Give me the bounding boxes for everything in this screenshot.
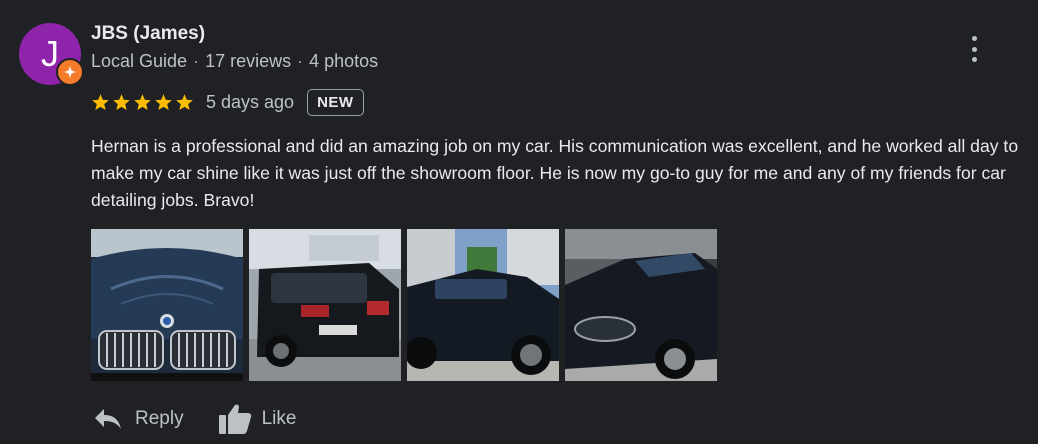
star-icon (155, 93, 172, 110)
separator-dot: · (297, 51, 304, 71)
review-photo-4[interactable] (565, 229, 717, 381)
reply-arrow-icon (95, 409, 121, 429)
thumbs-up-icon (218, 404, 251, 434)
reply-button[interactable]: Reply (93, 407, 184, 431)
star-icon (176, 93, 193, 110)
reviewer-meta: Local Guide · 17 reviews · 4 photos (91, 51, 378, 72)
reviewer-photo-count: 4 photos (309, 51, 379, 71)
review-photo-2[interactable] (249, 229, 401, 381)
review-actions: Reply Like (93, 403, 296, 435)
reviewer-role: Local Guide (91, 51, 188, 71)
like-button[interactable]: Like (218, 403, 297, 435)
review-time: 5 days ago (206, 91, 295, 112)
review-photo-3[interactable] (407, 229, 559, 381)
star-icon (113, 93, 130, 110)
reviewer-review-count: 17 reviews (205, 51, 292, 71)
reviewer-name[interactable]: JBS (James) (91, 23, 205, 45)
star-rating (91, 93, 194, 112)
star-icon (134, 93, 151, 110)
review-text: Hernan is a professional and did an amaz… (91, 136, 1019, 210)
more-vert-icon[interactable] (962, 36, 986, 62)
star-icon (92, 93, 109, 110)
separator-dot: · (193, 51, 200, 71)
reply-label: Reply (135, 408, 184, 429)
new-badge: NEW (307, 88, 364, 116)
local-guide-star-icon (56, 58, 84, 86)
rating-row: 5 days ago NEW (91, 86, 364, 118)
review-photos (91, 229, 717, 381)
review-photo-1[interactable] (91, 229, 243, 381)
like-label: Like (261, 408, 297, 429)
